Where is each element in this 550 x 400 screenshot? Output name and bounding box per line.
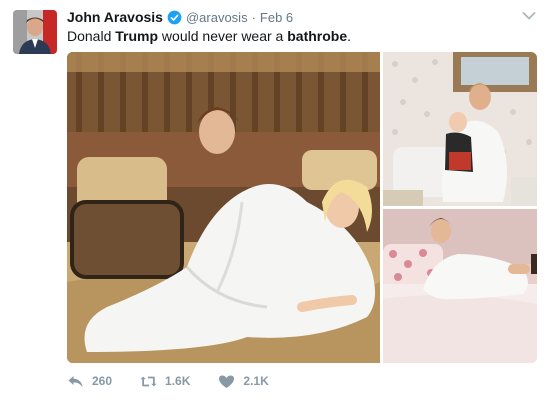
chevron-down-icon[interactable]	[522, 11, 536, 21]
verified-badge-icon	[167, 10, 182, 25]
tweet-text-bold-bathrobe: bathrobe	[287, 28, 348, 44]
author-avatar[interactable]	[13, 10, 57, 54]
tweet-card[interactable]: John Aravosis @aravosis · Feb 6 Donald T…	[0, 0, 550, 400]
photo-man-lying-on-bed[interactable]	[383, 209, 537, 363]
media-grid	[67, 52, 537, 363]
tweet-header: John Aravosis @aravosis · Feb 6	[67, 8, 293, 26]
retweet-icon	[140, 376, 157, 386]
retweet-button[interactable]: 1.6K	[140, 374, 190, 389]
reply-button[interactable]: 260	[67, 374, 112, 389]
header-separator: ·	[251, 9, 256, 25]
tweet-date[interactable]: Feb 6	[260, 10, 293, 25]
tweet-text-part: Donald	[67, 28, 116, 44]
tweet-text-bold-trump: Trump	[115, 28, 159, 44]
tweet-text-part: would never wear a	[158, 28, 288, 44]
author-handle[interactable]: @aravosis	[186, 10, 248, 25]
tweet-text-part: .	[347, 28, 352, 44]
reply-count: 260	[92, 374, 113, 388]
like-button[interactable]: 2.1K	[218, 374, 269, 389]
author-name[interactable]: John Aravosis	[67, 9, 163, 25]
like-count: 2.1K	[243, 374, 269, 388]
heart-icon	[219, 375, 235, 388]
reply-icon	[68, 375, 83, 387]
photo-couple-in-bathrobe[interactable]	[67, 52, 380, 363]
tweet-actions: 260 1.6K 2.1K	[67, 371, 297, 391]
photo-man-holding-child[interactable]	[383, 52, 537, 206]
retweet-count: 1.6K	[165, 374, 191, 388]
tweet-text: Donald Trump would never wear a bathrobe…	[67, 27, 351, 45]
